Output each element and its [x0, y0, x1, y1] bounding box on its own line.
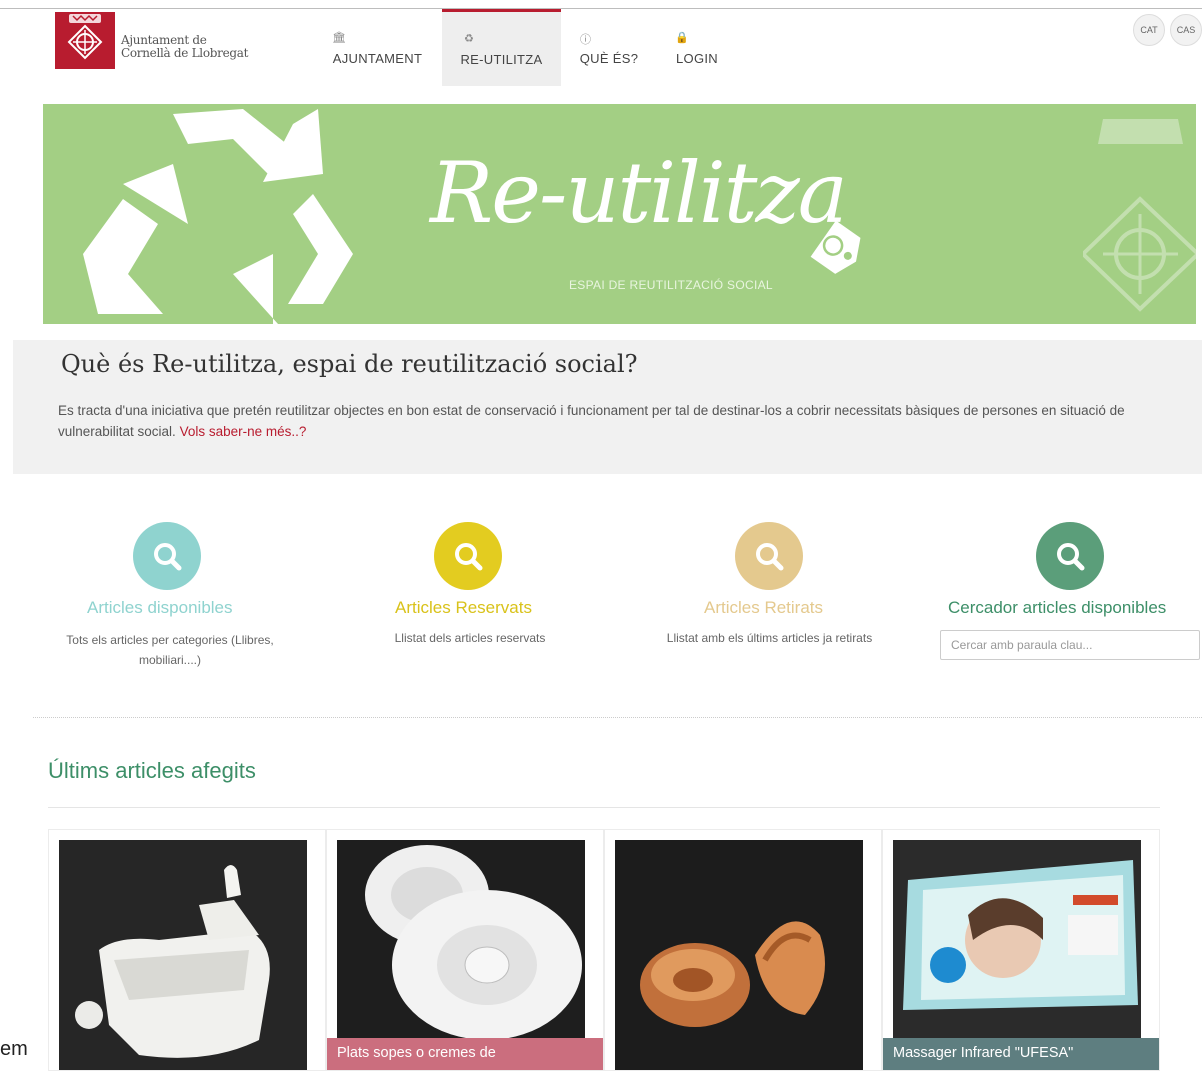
divider	[33, 717, 1202, 718]
article-caption[interactable]: Plats sopes o cremes de	[327, 1038, 603, 1070]
lang-cat-button[interactable]: CAT	[1133, 14, 1165, 46]
edge-text: em	[0, 1038, 28, 1060]
article-caption[interactable]: Massager Infrared "UFESA"	[883, 1038, 1159, 1070]
search-icon	[1057, 543, 1085, 571]
search-icon	[756, 543, 784, 571]
article-photo[interactable]	[337, 840, 585, 1070]
retired-articles-desc: Llistat amb els últims articles ja retir…	[666, 631, 873, 645]
massager-box-photo	[893, 840, 1141, 1070]
divider	[48, 807, 1160, 808]
intro-text: Es tracta d'una iniciativa que pretén re…	[58, 400, 1178, 442]
search-articles-title: Cercador articles disponibles	[948, 598, 1167, 617]
logo-line-2: Cornellà de Llobregat	[121, 46, 249, 60]
latest-articles-heading: Últims articles afegits	[48, 758, 256, 783]
article-photo[interactable]	[59, 840, 307, 1070]
reserved-articles-button[interactable]	[434, 522, 502, 590]
price-tag-icon	[810, 220, 861, 274]
search-articles-button[interactable]	[1036, 522, 1104, 590]
article-photo[interactable]	[893, 840, 1141, 1070]
article-card[interactable]	[48, 829, 326, 1071]
article-card[interactable]: Plats sopes o cremes de	[326, 829, 604, 1071]
keyword-search-input[interactable]	[940, 630, 1200, 660]
available-articles-desc: Tots els articles per categories (Llibre…	[66, 633, 274, 667]
nav-label: AJUNTAMENT	[332, 51, 423, 66]
info-icon: ⓘ	[580, 34, 592, 46]
search-icon	[154, 543, 182, 571]
lock-icon: 🔒	[675, 32, 689, 44]
coat-of-arms-icon	[1083, 119, 1196, 312]
bowls-photo	[615, 840, 863, 1070]
city-logo[interactable]	[55, 12, 115, 69]
hero-banner: Re-utilitza ESPAI DE REUTILITZACIÓ SOCIA…	[43, 104, 1196, 324]
nav-label: LOGIN	[676, 51, 718, 66]
search-icon	[455, 543, 483, 571]
nav-que-es[interactable]: ⓘ QUÈ ÉS?	[578, 9, 640, 83]
article-card[interactable]	[604, 829, 882, 1071]
intro-section: Què és Re-utilitza, espai de reutilitzac…	[13, 340, 1202, 474]
nav-label: RE-UTILITZA	[460, 52, 543, 67]
article-photo[interactable]	[615, 840, 863, 1070]
tureen-photo	[59, 840, 307, 1070]
nav-ajuntament[interactable]: 🏛 AJUNTAMENT	[330, 9, 425, 83]
reserved-articles-title[interactable]: Articles Reservats	[395, 598, 532, 618]
retired-articles-title[interactable]: Articles Retirats	[704, 598, 823, 618]
logo-text: Ajuntament de Cornellà de Llobregat	[121, 34, 248, 60]
available-articles-button[interactable]	[133, 522, 201, 590]
lang-cas-button[interactable]: CAS	[1170, 14, 1202, 46]
nav-label: QUÈ ÉS?	[579, 51, 639, 66]
reserved-articles-desc: Llistat dels articles reservats	[394, 631, 546, 645]
banner-subtitle: ESPAI DE REUTILITZACIÓ SOCIAL	[569, 278, 773, 292]
nav-login[interactable]: 🔒 LOGIN	[673, 9, 721, 83]
town-hall-icon: 🏛	[332, 32, 347, 44]
plates-photo	[337, 840, 585, 1070]
recycle-graphic-icon	[83, 109, 353, 324]
retired-articles-button[interactable]	[735, 522, 803, 590]
article-card[interactable]: Massager Infrared "UFESA"	[882, 829, 1160, 1071]
intro-heading: Què és Re-utilitza, espai de reutilitzac…	[61, 350, 638, 378]
banner-title: Re-utilitza	[430, 144, 848, 242]
available-articles-title[interactable]: Articles disponibles	[87, 598, 233, 618]
more-info-link[interactable]: Vols saber-ne més..?	[180, 424, 307, 439]
nav-re-utilitza[interactable]: ♻ RE-UTILITZA	[442, 9, 561, 86]
recycle-icon: ♻	[464, 33, 475, 45]
